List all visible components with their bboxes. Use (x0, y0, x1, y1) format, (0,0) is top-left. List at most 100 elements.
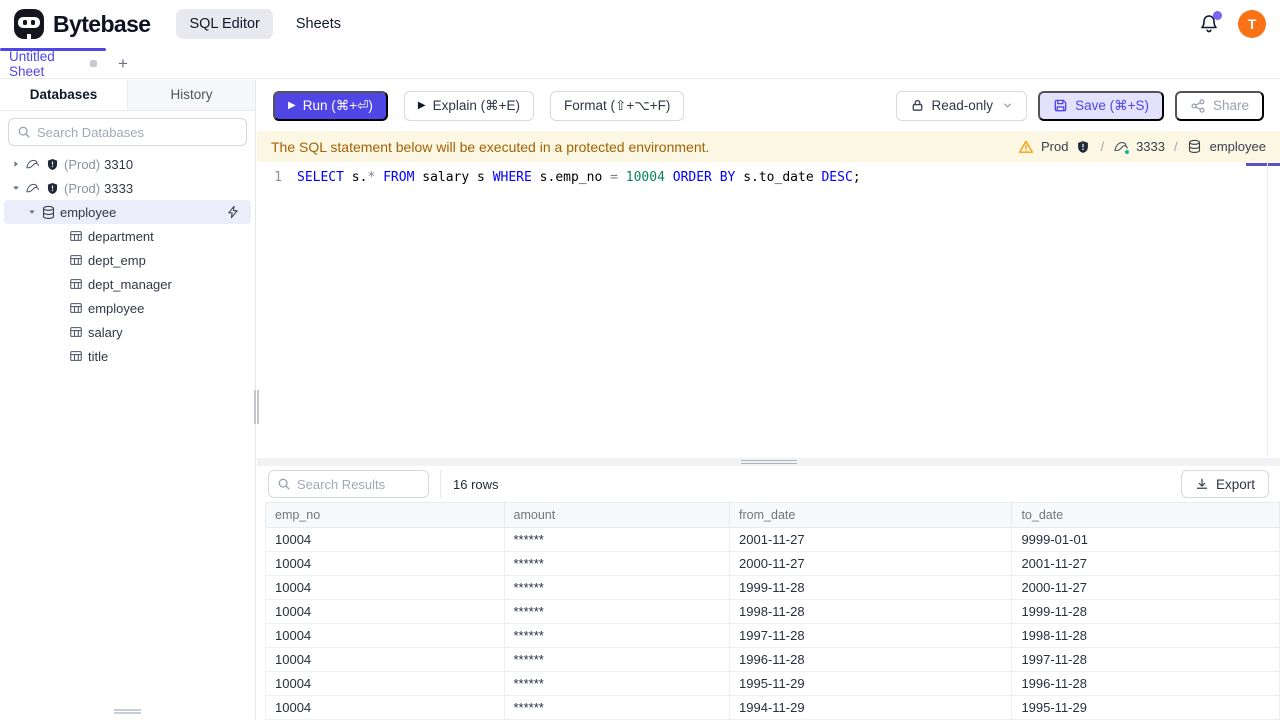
breadcrumb-separator: / (1100, 139, 1105, 154)
chevron-down-icon[interactable] (24, 204, 40, 220)
connect-bolt-icon[interactable] (225, 204, 241, 220)
sidebar-resize-handle[interactable] (254, 390, 259, 424)
tree-item-dept_manager[interactable]: dept_manager (4, 272, 251, 296)
table-cell: 1998-11-28 (729, 599, 1013, 624)
table-cell: 1998-11-28 (1011, 623, 1280, 648)
table-row[interactable]: 10004 ****** 1997-11-28 1998-11-28 (265, 623, 1280, 648)
main-panel: ▶ Run (⌘+⏎) ▶ Explain (⌘+E) Format (⇧+⌥+… (257, 80, 1280, 720)
table-cell: 1995-11-29 (1011, 695, 1280, 720)
table-row[interactable]: 10004 ****** 1995-11-29 1996-11-28 (265, 671, 1280, 696)
table-cell: 1999-11-28 (729, 575, 1013, 600)
table-cell: 1997-11-28 (729, 623, 1013, 648)
table-row[interactable]: 10004 ****** 1996-11-28 1997-11-28 (265, 647, 1280, 672)
sql-token-number: 10004 (625, 170, 665, 185)
search-icon (278, 478, 290, 490)
line-number: 1 (274, 170, 282, 185)
sidebar-scroll-handle[interactable] (114, 709, 141, 714)
database-label[interactable]: employee (1210, 139, 1266, 154)
database-search-box (8, 118, 247, 146)
tree-item-salary[interactable]: salary (4, 320, 251, 344)
tree-item-employee[interactable]: employee (4, 200, 251, 224)
sql-code-editor[interactable]: 1 SELECT s.* FROM salary s WHERE s.emp_n… (257, 162, 1280, 458)
add-sheet-button[interactable]: + (110, 48, 136, 79)
warning-triangle-icon (1018, 139, 1034, 155)
table-cell: ****** (503, 647, 731, 672)
chevron-down-icon (1004, 103, 1011, 108)
divider-grip (740, 460, 797, 464)
play-icon: ▶ (417, 100, 426, 111)
table-row[interactable]: 10004 ****** 1998-11-28 1999-11-28 (265, 599, 1280, 624)
bytebase-logo-icon[interactable] (14, 9, 44, 39)
save-floppy-icon (1054, 99, 1067, 112)
instance-label[interactable]: 3333 (1136, 139, 1165, 154)
table-row[interactable]: 10004 ****** 1994-11-29 1995-11-29 (265, 695, 1280, 720)
chevron-down-icon[interactable] (8, 180, 24, 196)
table-cell: 10004 (265, 527, 505, 552)
sheet-tab-untitled[interactable]: Untitled Sheet (0, 48, 106, 79)
tab-databases[interactable]: Databases (0, 80, 128, 110)
save-button[interactable]: Save (⌘+S) (1038, 90, 1164, 121)
env-shield-icon (44, 180, 60, 196)
user-avatar[interactable]: T (1238, 10, 1266, 38)
tree-item-label: dept_manager (88, 276, 172, 292)
table-row[interactable]: 10004 ****** 2000-11-27 2001-11-27 (265, 551, 1280, 576)
column-header-from_date[interactable]: from_date (729, 502, 1013, 528)
tab-history[interactable]: History (128, 80, 255, 110)
nav-sheets[interactable]: Sheets (283, 9, 354, 39)
run-button[interactable]: ▶ Run (⌘+⏎) (273, 90, 388, 121)
sql-token-plain: s.emp_no (531, 170, 611, 185)
table-row[interactable]: 10004 ****** 2001-11-27 9999-01-01 (265, 527, 1280, 552)
mysql-icon[interactable] (1113, 139, 1131, 155)
table-cell: ****** (503, 695, 731, 720)
format-button[interactable]: Format (⇧+⌥+F) (550, 90, 685, 121)
export-button[interactable]: Export (1180, 470, 1269, 498)
tree-item-3333[interactable]: (Prod) 3333 (4, 176, 251, 200)
readonly-mode-dropdown[interactable]: Read-only (895, 90, 1028, 121)
results-panel-divider[interactable] (257, 458, 1280, 466)
table-icon (68, 324, 84, 340)
explain-button[interactable]: ▶ Explain (⌘+E) (403, 90, 535, 121)
database-icon (40, 204, 56, 220)
column-header-to_date[interactable]: to_date (1011, 502, 1280, 528)
sql-token-plain: ; (852, 170, 861, 185)
unsaved-indicator-dot (90, 60, 97, 67)
table-cell: 1996-11-28 (1011, 671, 1280, 696)
top-header: Bytebase SQL Editor Sheets T (0, 0, 1280, 48)
protected-environment-banner: The SQL statement below will be executed… (257, 131, 1280, 162)
table-row[interactable]: 10004 ****** 1999-11-28 2000-11-27 (265, 575, 1280, 600)
results-search-input[interactable] (297, 476, 420, 492)
table-cell: 2000-11-27 (729, 551, 1013, 576)
tree-item-department[interactable]: department (4, 224, 251, 248)
table-cell: 10004 (265, 671, 505, 696)
tree-item-title[interactable]: title (4, 344, 251, 368)
download-icon (1196, 478, 1208, 489)
table-icon (68, 228, 84, 244)
tree-item-dept_emp[interactable]: dept_emp (4, 248, 251, 272)
nav-sql-editor[interactable]: SQL Editor (176, 9, 273, 39)
share-button[interactable]: Share (1174, 90, 1264, 121)
database-tree: (Prod) 3310 (Prod) 3333 employee department de… (0, 152, 255, 368)
tree-item-employee[interactable]: employee (4, 296, 251, 320)
sql-token-keyword: SELECT (297, 170, 344, 185)
column-header-emp_no[interactable]: emp_no (265, 502, 505, 528)
mysql-icon (24, 180, 40, 196)
row-count-label: 16 rows (453, 476, 499, 492)
top-nav: SQL Editor Sheets (176, 9, 354, 39)
table-cell: 1996-11-28 (729, 647, 1013, 672)
sql-token-keyword: WHERE (492, 170, 532, 185)
notification-bell-icon[interactable] (1197, 11, 1222, 36)
share-icon (1191, 98, 1205, 113)
table-cell: 10004 (265, 575, 505, 600)
table-cell: 2001-11-27 (1011, 551, 1280, 576)
table-cell: 10004 (265, 647, 505, 672)
overview-ruler-cursor-mark (1246, 163, 1280, 166)
database-search-input[interactable] (37, 124, 238, 140)
toolbar-right: Read-only Save (⌘+S) Share (895, 90, 1264, 121)
column-header-amount[interactable]: amount (503, 502, 731, 528)
chevron-right-icon[interactable] (8, 156, 24, 172)
tree-item-3310[interactable]: (Prod) 3310 (4, 152, 251, 176)
table-cell: 10004 (265, 551, 505, 576)
